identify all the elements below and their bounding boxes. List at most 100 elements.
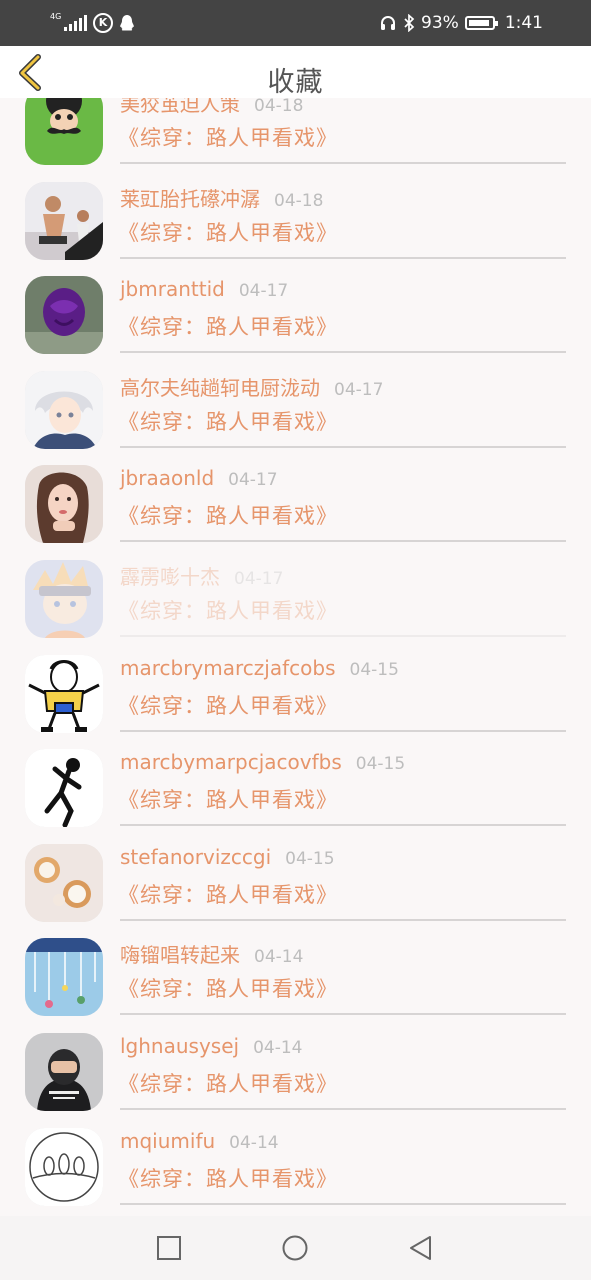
list-item[interactable]: 莱豇胎托礤冲潺 04-18 《综穿：路人甲看戏》 [0,163,591,260]
list-item[interactable]: stefanorvizccgi 04-15 《综穿：路人甲看戏》 [0,825,591,922]
user-name[interactable]: 莱豇胎托礤冲潺 [120,187,260,211]
avatar[interactable] [25,465,103,544]
list-item[interactable]: 霹雳嘭十杰 04-17 《综穿：路人甲看戏》 [0,541,591,638]
avatar[interactable] [25,98,103,165]
item-date: 04-15 [355,754,406,775]
avatar-image [25,1032,103,1111]
item-date: 04-18 [254,98,304,116]
network-type: 4G [50,12,62,21]
book-title[interactable]: 《综穿：路人甲看戏》 [118,1163,338,1193]
book-title[interactable]: 《综穿：路人甲看戏》 [118,973,338,1003]
square-icon [157,1236,181,1260]
system-back-button[interactable] [408,1235,434,1261]
item-date: 04-17 [234,568,284,589]
item-meta: jbmranttid 04-17 [120,277,288,301]
list-item[interactable]: marcbrymarczjafcobs 04-15 《综穿：路人甲看戏》 [0,636,591,733]
item-date: 04-15 [349,659,399,680]
avatar-image [25,370,103,449]
avatar-image [25,559,103,638]
user-name[interactable]: stefanorvizccgi [120,845,271,869]
item-date: 04-15 [285,848,335,869]
user-name[interactable]: mqiumifu [120,1129,215,1153]
status-left: 4G K [50,10,135,36]
item-meta: 莱豇胎托礤冲潺 04-18 [120,183,323,212]
list-item[interactable]: 嗨镏唱转起来 04-14 《综穿：路人甲看戏》 [0,919,591,1017]
favorites-list[interactable]: 美狡茧迫人策 04-18 《综穿：路人甲看戏》 莱豇胎托礤冲潺 04-18 《综穿：路人甲… [0,98,591,1216]
book-title[interactable]: 《综穿：路人甲看戏》 [118,879,338,909]
item-date: 04-18 [274,190,324,211]
book-title[interactable]: 《综穿：路人甲看戏》 [118,122,338,152]
recent-apps-button[interactable] [156,1235,182,1261]
avatar[interactable] [25,181,103,260]
avatar[interactable] [25,843,103,922]
list-item[interactable]: jbraaonld 04-17 《综穿：路人甲看戏》 [0,446,591,544]
list-item[interactable]: 美狡茧迫人策 04-18 《综穿：路人甲看戏》 [0,98,591,165]
item-date: 04-17 [238,281,289,302]
list-item[interactable]: mqiumifu 04-14 《综穿：路人甲看戏》 [0,1109,591,1206]
user-name[interactable]: 美狡茧迫人策 [120,98,240,116]
list-item[interactable]: lghnausysej 04-14 《综穿：路人甲看戏》 [0,1014,591,1111]
avatar[interactable] [25,276,103,355]
user-name[interactable]: 高尔夫纯趟轲电厨泷动 [120,376,320,400]
battery-percent: 93% [421,13,459,33]
avatar[interactable] [25,749,103,828]
avatar[interactable] [25,654,103,733]
status-bar: 4G K 93% 1:41 [0,0,591,46]
bluetooth-icon [404,14,415,32]
user-name[interactable]: marcbymarpcjacovfbs [120,750,342,774]
user-name[interactable]: jbmranttid [120,277,225,301]
item-meta: stefanorvizccgi 04-15 [120,845,335,869]
item-meta: mqiumifu 04-14 [120,1129,279,1153]
book-title[interactable]: 《综穿：路人甲看戏》 [118,1068,338,1098]
avatar[interactable] [25,1127,103,1206]
battery-icon [464,16,498,30]
user-name[interactable]: jbraaonld [120,466,214,490]
signal-icon: 4G [50,12,87,31]
item-meta: lghnausysej 04-14 [120,1034,302,1058]
item-date: 04-14 [253,1037,303,1058]
avatar[interactable] [25,1032,103,1111]
avatar-image [25,181,103,260]
item-date: 04-17 [334,379,384,400]
user-name[interactable]: 嗨镏唱转起来 [120,943,240,967]
triangle-back-icon [410,1236,431,1260]
favorites-list-inner: 美狡茧迫人策 04-18 《综穿：路人甲看戏》 莱豇胎托礤冲潺 04-18 《综穿：路人甲… [0,98,591,1206]
qq-penguin-icon [120,15,134,31]
list-item[interactable]: 高尔夫纯趟轲电厨泷动 04-17 《综穿：路人甲看戏》 [0,352,591,449]
page-title: 收藏 [267,67,324,98]
system-nav-bar [0,1216,591,1280]
avatar-image [25,938,103,1017]
item-meta: marcbrymarczjafcobs 04-15 [120,656,399,680]
item-date: 04-14 [254,947,304,968]
item-meta: 嗨镏唱转起来 04-14 [120,939,303,968]
book-title[interactable]: 《综穿：路人甲看戏》 [118,500,338,530]
header: 收藏 [0,46,591,98]
circle-icon [282,1235,308,1261]
list-item[interactable]: jbmranttid 04-17 《综穿：路人甲看戏》 [0,257,591,355]
book-title[interactable]: 《综穿：路人甲看戏》 [118,311,338,341]
item-date: 04-17 [228,470,278,491]
home-button[interactable] [282,1235,308,1261]
status-right: 93% 1:41 [379,10,543,36]
user-name[interactable]: marcbrymarczjafcobs [120,656,336,680]
k-app-icon: K [93,13,113,33]
item-meta: 霹雳嘭十杰 04-17 [120,561,283,590]
avatar[interactable] [25,559,103,638]
book-title[interactable]: 《综穿：路人甲看戏》 [118,406,338,436]
book-title[interactable]: 《综穿：路人甲看戏》 [118,217,338,247]
avatar-image [25,654,103,733]
headphones-icon [381,16,396,30]
list-item[interactable]: marcbymarpcjacovfbs 04-15 《综穿：路人甲看戏》 [0,730,591,828]
user-name[interactable]: lghnausysej [120,1034,239,1058]
avatar[interactable] [25,938,103,1017]
book-title[interactable]: 《综穿：路人甲看戏》 [118,784,338,814]
avatar[interactable] [25,370,103,449]
divider [120,1202,566,1205]
item-meta: jbraaonld 04-17 [120,466,278,490]
avatar-image [25,465,103,544]
item-meta: 美狡茧迫人策 04-18 [120,98,303,117]
book-title[interactable]: 《综穿：路人甲看戏》 [118,595,338,625]
book-title[interactable]: 《综穿：路人甲看戏》 [118,690,338,720]
avatar-image [25,843,103,922]
user-name[interactable]: 霹雳嘭十杰 [120,565,220,589]
